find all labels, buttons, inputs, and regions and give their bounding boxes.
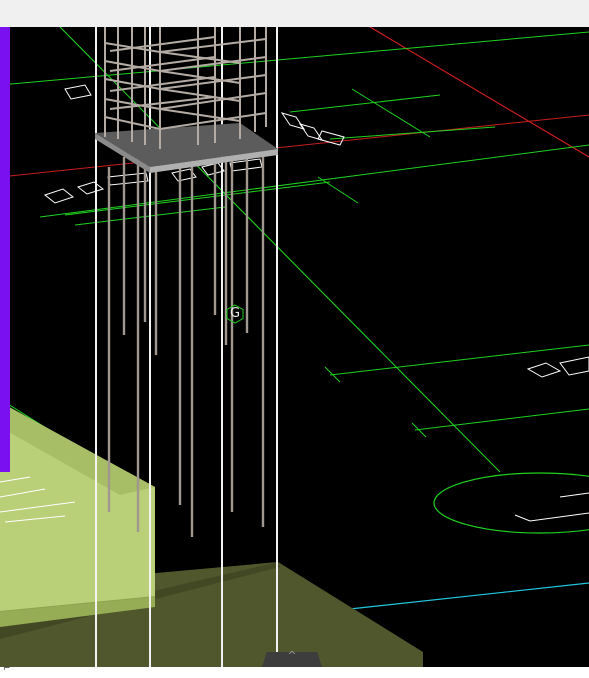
top-toolbar — [0, 0, 589, 28]
grid-bubble-text — [514, 492, 589, 522]
grid-line — [0, 31, 589, 86]
axis-red-line — [369, 27, 589, 158]
model-canvas[interactable] — [0, 27, 589, 667]
grid-bubble — [433, 472, 589, 534]
3d-viewport[interactable]: G ^ — [0, 27, 589, 667]
chevron-up-icon: ^ — [287, 649, 297, 662]
grid-line-diagonal — [59, 27, 501, 473]
panel-expand-tab[interactable]: ^ — [262, 649, 322, 667]
dimension-text-outline — [43, 84, 589, 378]
orbit-center-gizmo[interactable]: G — [225, 304, 245, 324]
dimension-line — [329, 126, 496, 140]
gizmo-label: G — [229, 306, 241, 321]
dimension-tick — [411, 422, 427, 438]
wall-element — [0, 27, 10, 472]
dimension-line — [329, 344, 589, 376]
axis-red-line-2 — [0, 114, 589, 178]
resize-corner-icon[interactable]: ⌐ — [3, 664, 11, 674]
dimension-line — [351, 88, 431, 138]
status-bar: ⌐ — [0, 664, 589, 678]
dimension-tick — [317, 176, 359, 204]
